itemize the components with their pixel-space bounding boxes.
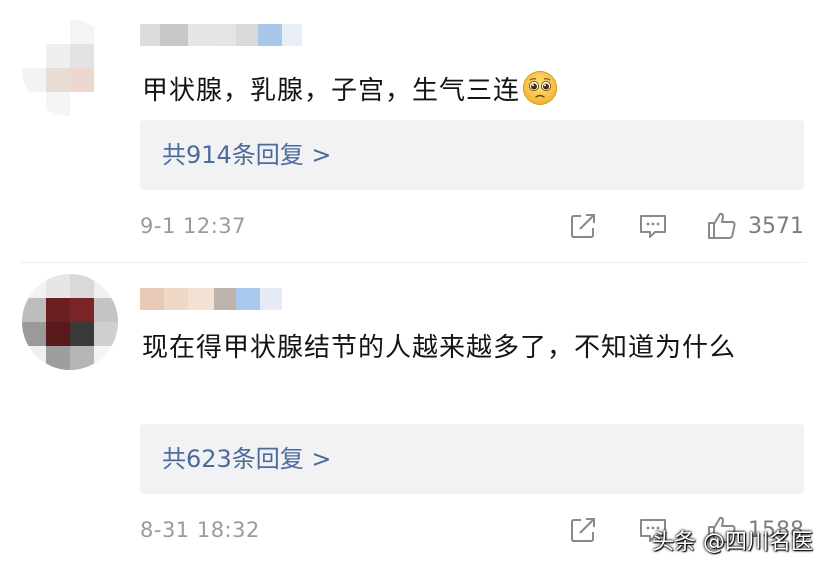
watermark-text: 头条 @四川名医 (652, 530, 813, 555)
like-button[interactable]: 3571 (706, 210, 804, 242)
avatar-pixel (94, 346, 118, 370)
view-replies-link[interactable]: 共623条回复 > (162, 424, 332, 494)
avatar-pixel (94, 274, 118, 298)
comment-timestamp: 9-1 12:37 (140, 214, 246, 238)
username-blur-block (236, 288, 260, 310)
avatar-pixel (70, 92, 94, 116)
avatar-pixel (22, 92, 46, 116)
avatar-pixel (46, 44, 70, 68)
avatar-pixel (94, 322, 118, 346)
share-icon (571, 214, 595, 238)
username-blur-block (140, 24, 160, 46)
username-blur-block (140, 288, 164, 310)
comment-meta-bar: 9-1 12:37 3571 (140, 210, 806, 242)
watermark-label: 头条 @四川名医 (652, 520, 813, 560)
username-blurred[interactable] (140, 288, 282, 310)
avatar-pixel (46, 92, 70, 116)
avatar-pixel (22, 274, 46, 298)
username-blurred[interactable] (140, 24, 302, 46)
comment-text: 甲状腺，乳腺，子宫，生气三连 (142, 70, 802, 109)
avatar-pixel (22, 68, 46, 92)
thumbs-up-icon (708, 212, 736, 239)
avatar-pixel (22, 322, 46, 346)
avatar-pixel (70, 346, 94, 370)
username-blur-block (160, 24, 188, 46)
avatar-pixel (70, 274, 94, 298)
comment-text-content: 甲状腺，乳腺，子宫，生气三连 (142, 76, 521, 106)
avatar-pixel (70, 44, 94, 68)
avatar-pixel (94, 92, 118, 116)
username-blur-block (260, 288, 282, 310)
username-blur-block (258, 24, 282, 46)
username-blur-block (188, 24, 210, 46)
avatar-pixel (22, 298, 46, 322)
reply-summary-box[interactable]: 共623条回复 > (140, 424, 804, 494)
like-count: 3571 (748, 213, 804, 239)
comment-divider (20, 262, 806, 263)
comment-text: 现在得甲状腺结节的人越来越多了，不知道为什么 (142, 330, 802, 366)
avatar-pixel (46, 20, 70, 44)
avatar[interactable] (22, 274, 118, 370)
avatar-pixel (70, 20, 94, 44)
avatar-pixel (70, 298, 94, 322)
avatar-pixel (46, 298, 70, 322)
avatar-pixel (94, 68, 118, 92)
comment-button[interactable] (638, 210, 668, 242)
username-blur-block (236, 24, 258, 46)
pleading-face-emoji-icon (523, 71, 558, 105)
avatar-pixel (22, 20, 46, 44)
username-blur-block (282, 24, 302, 46)
avatar-pixel (94, 20, 118, 44)
share-icon (571, 518, 595, 542)
avatar-pixel (46, 274, 70, 298)
comment-text-content: 现在得甲状腺结节的人越来越多了，不知道为什么 (142, 333, 737, 363)
username-blur-block (214, 288, 236, 310)
username-blur-block (210, 24, 236, 46)
comment-timestamp: 8-31 18:32 (140, 518, 260, 542)
avatar-pixel (70, 68, 94, 92)
avatar-pixel (22, 44, 46, 68)
avatar-pixel (70, 322, 94, 346)
share-button[interactable] (568, 514, 598, 546)
avatar-pixel (94, 44, 118, 68)
share-button[interactable] (568, 210, 598, 242)
avatar-pixel (46, 322, 70, 346)
reply-summary-box[interactable]: 共914条回复 > (140, 120, 804, 190)
username-blur-block (164, 288, 188, 310)
avatar-pixel (46, 68, 70, 92)
comment-item: 甲状腺，乳腺，子宫，生气三连 共914条回复 > 9-1 12:37 3571 (0, 0, 826, 262)
avatar-pixel (22, 346, 46, 370)
avatar-pixel (94, 298, 118, 322)
username-blur-block (188, 288, 214, 310)
comment-icon (640, 215, 666, 238)
avatar[interactable] (22, 20, 118, 116)
avatar-pixel (46, 346, 70, 370)
view-replies-link[interactable]: 共914条回复 > (162, 120, 332, 190)
